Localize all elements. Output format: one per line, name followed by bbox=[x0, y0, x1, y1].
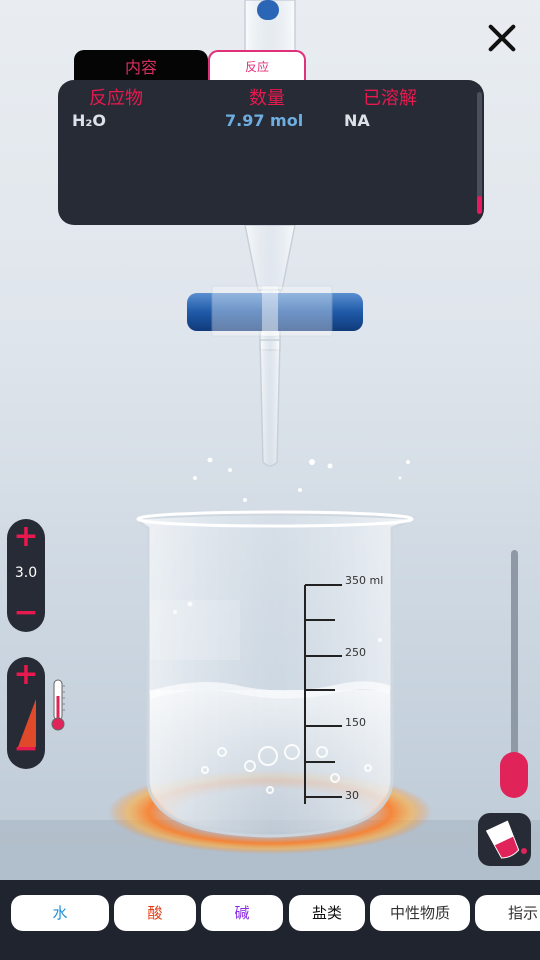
category-indicator-button[interactable]: 指示 bbox=[475, 895, 540, 931]
category-acid-button[interactable]: 酸 bbox=[114, 895, 196, 931]
category-water-button[interactable]: 水 bbox=[11, 895, 109, 931]
column-header-reactant: 反应物 bbox=[89, 88, 143, 109]
category-water-label: 水 bbox=[52, 904, 68, 922]
category-base-button[interactable]: 碱 bbox=[201, 895, 283, 931]
close-icon[interactable] bbox=[482, 18, 522, 58]
panel-scrollbar[interactable] bbox=[477, 92, 482, 214]
column-header-amount: 数量 bbox=[249, 88, 285, 109]
dissolved-cell: NA bbox=[344, 111, 370, 130]
volume-slider-handle[interactable] bbox=[500, 752, 528, 798]
temperature-control: + − bbox=[7, 657, 45, 769]
category-neutral-label: 中性物质 bbox=[389, 904, 450, 922]
tab-content[interactable]: 内容 bbox=[74, 50, 208, 82]
category-acid-label: 酸 bbox=[147, 904, 163, 922]
reactant-cell: H₂O bbox=[72, 111, 106, 130]
scale-label-350: 350 ml bbox=[345, 574, 384, 587]
beaker bbox=[135, 510, 417, 838]
amount-minus-button[interactable]: − bbox=[7, 598, 45, 629]
amount-cell: 7.97 mol bbox=[225, 111, 304, 130]
amount-plus-button[interactable]: + bbox=[7, 522, 45, 553]
category-neutral-button[interactable]: 中性物质 bbox=[370, 895, 470, 931]
category-salts-button[interactable]: 盐类 bbox=[289, 895, 365, 931]
temperature-plus-button[interactable]: + bbox=[7, 660, 45, 691]
tab-reaction[interactable]: 反应 bbox=[208, 50, 306, 82]
temperature-minus-button[interactable]: − bbox=[7, 734, 45, 765]
amount-value: 3.0 bbox=[14, 565, 38, 581]
amount-control: + 3.0 − bbox=[7, 519, 45, 632]
panel-scrollbar-thumb[interactable] bbox=[477, 196, 482, 214]
thermometer-icon bbox=[51, 679, 65, 731]
beaker-icon bbox=[485, 820, 527, 859]
scale-label-150: 150 bbox=[345, 716, 366, 729]
scale-label-250: 250 bbox=[345, 646, 366, 659]
category-salts-label: 盐类 bbox=[311, 904, 342, 922]
column-header-dissolved: 已溶解 bbox=[363, 88, 417, 109]
beaker-button[interactable] bbox=[478, 813, 531, 866]
scale-label-30: 30 bbox=[345, 789, 359, 802]
category-base-label: 碱 bbox=[234, 904, 250, 922]
category-indicator-label: 指示 bbox=[508, 904, 539, 922]
